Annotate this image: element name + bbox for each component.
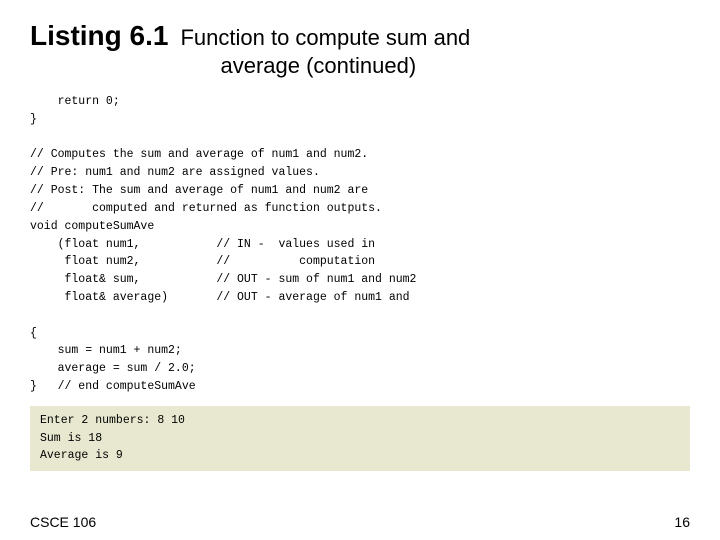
listing-label: Listing 6.1 [30,20,168,52]
footer-page: 16 [674,514,690,530]
output-block: Enter 2 numbers: 8 10 Sum is 18 Average … [30,406,690,471]
slide-container: Listing 6.1 Function to compute sum and … [0,0,720,540]
title-area: Listing 6.1 Function to compute sum and … [30,20,690,79]
title-line1: Function to compute sum and [180,24,470,52]
title-description: Function to compute sum and average (con… [180,24,470,79]
footer-course: CSCE 106 [30,514,96,530]
title-line2: average (continued) [220,52,470,80]
code-block: return 0; } // Computes the sum and aver… [30,93,690,396]
footer: CSCE 106 16 [30,514,690,530]
